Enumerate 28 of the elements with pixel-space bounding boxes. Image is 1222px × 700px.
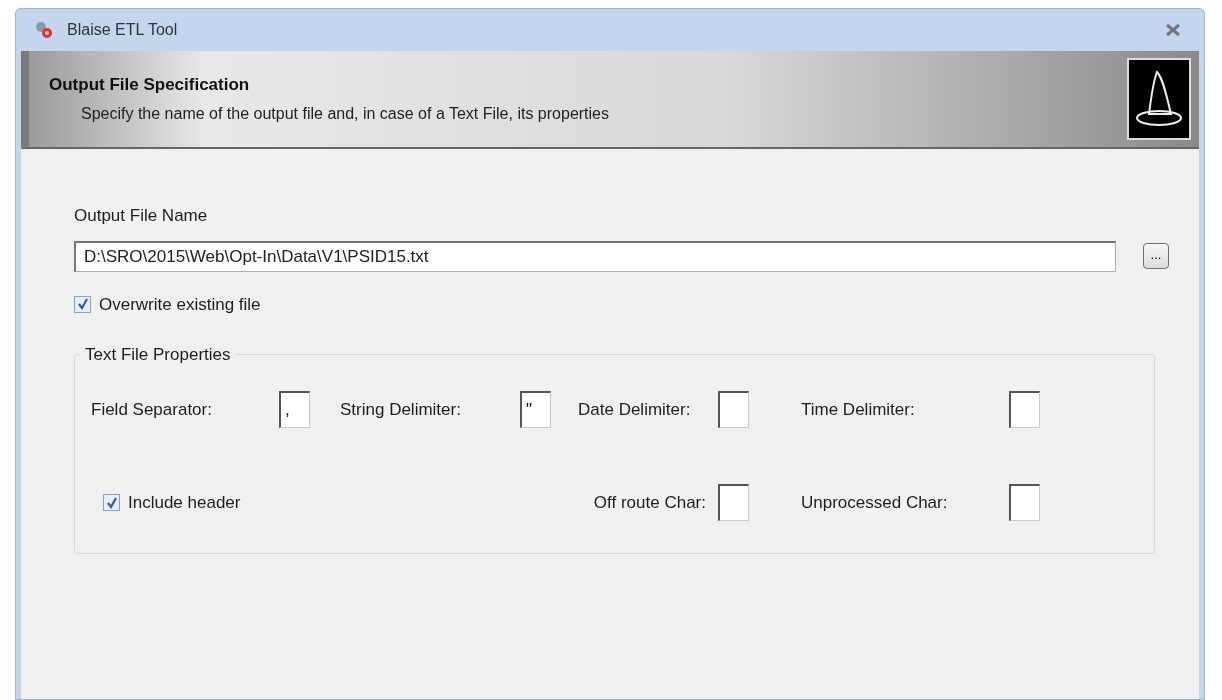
char-field[interactable] — [1009, 391, 1040, 428]
field-label: Off route Char: — [592, 491, 707, 514]
char-field[interactable] — [1009, 484, 1040, 521]
checkmark-icon — [76, 298, 89, 311]
checkbox-label: Include header — [128, 491, 241, 514]
char-field[interactable]: , — [279, 391, 310, 428]
checkbox-row[interactable]: Overwrite existing file — [74, 291, 1169, 317]
field-label: String Delimiter: — [339, 398, 462, 421]
browse-button[interactable]: ... — [1143, 243, 1169, 269]
char-field[interactable] — [718, 484, 749, 521]
field-label: Field Separator: — [91, 398, 213, 421]
checkbox[interactable] — [74, 295, 91, 313]
field-label: Time Delimiter: — [800, 398, 916, 421]
field-label: Output File Name — [74, 205, 209, 227]
file-path-field[interactable]: D:\SRO\2015\Web\Opt-In\Data\V1\PSID15.txt — [74, 240, 1116, 272]
field-label: Date Delimiter: — [577, 398, 692, 421]
window-title: Blaise ETL Tool — [67, 20, 178, 40]
header-title: Output File Specification — [49, 74, 251, 97]
checkbox-label: Overwrite existing file — [99, 293, 261, 316]
wizard-hat-icon — [1127, 58, 1191, 140]
close-icon — [1165, 23, 1181, 37]
char-field[interactable]: " — [520, 391, 551, 428]
header-subtitle: Specify the name of the output file and, in case of a Text File, its properties — [80, 103, 610, 124]
checkbox[interactable] — [103, 494, 120, 511]
checkmark-icon — [105, 496, 118, 509]
char-field[interactable] — [718, 391, 749, 428]
field-label: Unprocessed Char: — [800, 491, 949, 514]
checkbox-row[interactable]: Include header — [103, 489, 551, 516]
